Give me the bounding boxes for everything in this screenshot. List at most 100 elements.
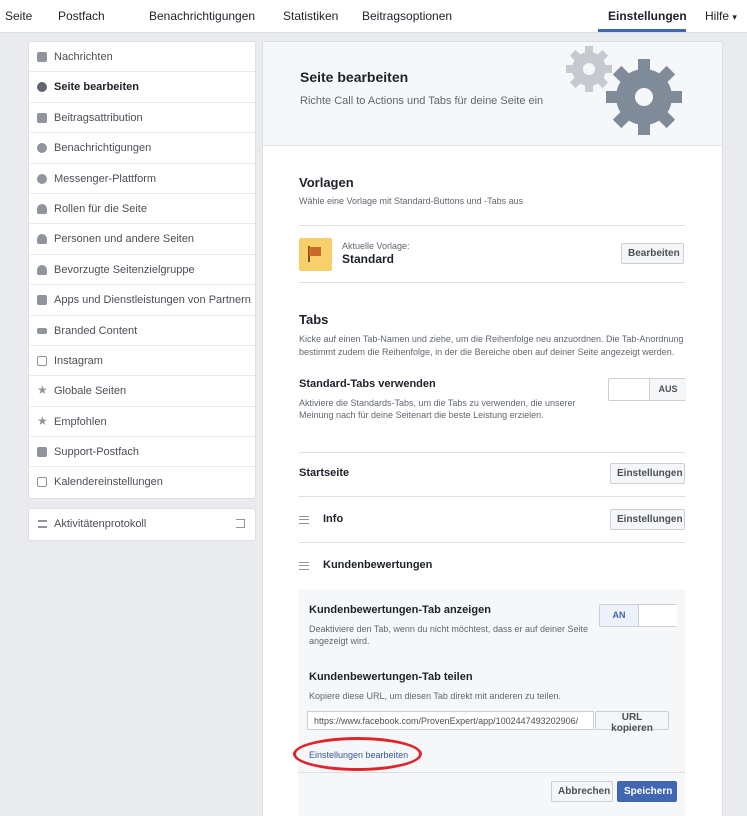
reviews-settings-panel: Kundenbewertungen-Tab anzeigen Deaktivie… [298, 589, 685, 816]
sidebar-item-label: Instagram [54, 354, 103, 367]
divider [299, 452, 685, 453]
sidebar-item-rollen[interactable]: Rollen für die Seite [29, 194, 255, 225]
divider [299, 542, 685, 543]
share-reviews-description: Kopiere diese URL, um diesen Tab direkt … [309, 691, 561, 701]
handshake-icon [37, 327, 47, 334]
person-add-icon [37, 234, 47, 245]
divider [299, 225, 685, 226]
current-template-value: Standard [342, 252, 395, 266]
settings-sidebar: Nachrichten Seite bearbeiten Beitragsatt… [28, 41, 256, 499]
sidebar-item-label: Apps und Dienstleistungen von Partnern [54, 294, 251, 307]
messenger-icon [37, 173, 47, 184]
active-tab-indicator [598, 29, 686, 32]
box-icon [37, 295, 47, 306]
tabs-description-line1: Kicke auf einen Tab-Namen und ziehe, um … [299, 334, 684, 344]
sidebar-item-label: Benachrichtigungen [54, 142, 152, 155]
sidebar-item-kalender[interactable]: Kalendereinstellungen [29, 467, 255, 497]
show-reviews-desc-line2: angezeigt wird. [309, 636, 370, 646]
tabs-title: Tabs [299, 312, 329, 327]
list-icon [38, 520, 47, 528]
nav-beitragsoptionen[interactable]: Beitragsoptionen [362, 9, 452, 23]
calendar-icon [37, 477, 47, 488]
page-header: Seite bearbeiten Richte Call to Actions … [263, 42, 722, 146]
sidebar-item-label: Bevorzugte Seitenzielgruppe [54, 263, 195, 276]
sidebar-item-aktivitaetenprotokoll[interactable]: Aktivitätenprotokoll [28, 508, 256, 541]
toggle-off-label: AUS [649, 379, 686, 400]
sidebar-item-seite-bearbeiten[interactable]: Seite bearbeiten [29, 72, 255, 103]
instagram-icon [37, 355, 47, 366]
divider [299, 496, 685, 497]
top-navigation: Seite Postfach Benachrichtigungen Statis… [0, 0, 747, 33]
tabs-description-line2: bestimmt zudem die Reihenfolge, in der d… [299, 347, 675, 357]
drag-handle-icon[interactable] [299, 562, 309, 570]
sidebar-item-label: Nachrichten [54, 51, 113, 63]
sidebar-item-nachrichten[interactable]: Nachrichten [29, 42, 255, 73]
person-icon [37, 203, 47, 214]
sidebar-item-label: Globale Seiten [54, 385, 127, 398]
nav-benachrichtigungen[interactable]: Benachrichtigungen [149, 9, 255, 23]
save-button[interactable]: Speichern [617, 781, 677, 802]
sidebar-item-label: Beitragsattribution [54, 111, 143, 124]
share-reviews-tab-title: Kundenbewertungen-Tab teilen [309, 671, 473, 683]
sidebar-item-branded-content[interactable]: Branded Content [29, 316, 255, 346]
standard-tabs-title: Standard-Tabs verwenden [299, 378, 436, 390]
divider [298, 772, 685, 773]
globe-icon [37, 143, 47, 154]
tab-row-startseite[interactable]: Startseite [299, 467, 349, 479]
show-reviews-tab-title: Kundenbewertungen-Tab anzeigen [309, 604, 491, 616]
cancel-button[interactable]: Abbrechen [551, 781, 613, 802]
nav-einstellungen[interactable]: Einstellungen [608, 9, 687, 23]
chevron-down-icon: ▾ [732, 12, 737, 22]
star-icon: ★ [37, 413, 48, 428]
sidebar-item-empfohlen[interactable]: ★ Empfohlen [29, 407, 255, 438]
gears-illustration-icon [566, 46, 682, 135]
templates-description: Wähle eine Vorlage mit Standard-Buttons … [299, 196, 524, 206]
page-title: Seite bearbeiten [300, 69, 409, 85]
sidebar-item-support-postfach[interactable]: Support-Postfach [29, 437, 255, 468]
star-icon: ★ [37, 383, 48, 398]
startseite-settings-button[interactable]: Einstellungen [610, 463, 685, 484]
nav-statistiken[interactable]: Statistiken [283, 9, 338, 23]
facebook-icon [37, 447, 47, 458]
nav-postfach[interactable]: Postfach [58, 9, 105, 23]
sidebar-item-globale-seiten[interactable]: ★ Globale Seiten [29, 376, 255, 407]
copy-url-button[interactable]: URL kopieren [595, 711, 669, 734]
nav-hilfe[interactable]: Hilfe ▾ [705, 9, 737, 23]
sidebar-item-label: Messenger-Plattform [54, 172, 157, 185]
toggle-on-label: AN [600, 605, 638, 626]
sidebar-item-label: Empfohlen [54, 415, 107, 428]
gear-icon [37, 82, 47, 93]
sidebar-item-instagram[interactable]: Instagram [29, 346, 255, 377]
show-reviews-toggle[interactable]: AN [599, 604, 677, 627]
nav-seite[interactable]: Seite [5, 9, 32, 23]
template-flag-icon [299, 238, 332, 271]
sidebar-item-label: Personen und andere Seiten [54, 233, 195, 246]
edit-settings-link[interactable]: Einstellungen bearbeiten [309, 750, 408, 760]
sidebar-item-apps[interactable]: Apps und Dienstleistungen von Partnern [29, 285, 255, 316]
share-url-input[interactable] [307, 711, 594, 730]
tab-row-info[interactable]: Info [323, 513, 343, 525]
sidebar-item-zielgruppe[interactable]: Bevorzugte Seitenzielgruppe [29, 255, 255, 286]
exit-icon [236, 519, 245, 528]
tab-row-kundenbewertungen[interactable]: Kundenbewertungen [323, 559, 432, 571]
info-settings-button[interactable]: Einstellungen [610, 509, 685, 530]
divider [299, 282, 685, 283]
sidebar-item-label: Branded Content [54, 324, 138, 337]
nav-hilfe-label: Hilfe [705, 9, 730, 23]
sidebar-item-messenger-plattform[interactable]: Messenger-Plattform [29, 164, 255, 194]
flag-icon [37, 112, 47, 123]
activity-log-label: Aktivitätenprotokoll [54, 518, 147, 530]
sidebar-item-benachrichtigungen[interactable]: Benachrichtigungen [29, 133, 255, 164]
main-panel: Seite bearbeiten Richte Call to Actions … [262, 41, 723, 816]
sidebar-item-label: Seite bearbeiten [54, 81, 139, 94]
standard-tabs-toggle[interactable]: AUS [608, 378, 686, 401]
sidebar-item-personen[interactable]: Personen und andere Seiten [29, 224, 255, 255]
templates-title: Vorlagen [299, 175, 354, 190]
standard-tabs-description-line2: Meinung nach für deine Seitenart die bes… [299, 410, 544, 420]
edit-template-button[interactable]: Bearbeiten [621, 243, 684, 264]
sidebar-item-label: Kalendereinstellungen [54, 476, 163, 489]
toggle-knob [638, 605, 677, 626]
sidebar-item-beitragsattribution[interactable]: Beitragsattribution [29, 103, 255, 134]
sidebar-item-label: Rollen für die Seite [54, 202, 147, 215]
drag-handle-icon[interactable] [299, 516, 309, 524]
